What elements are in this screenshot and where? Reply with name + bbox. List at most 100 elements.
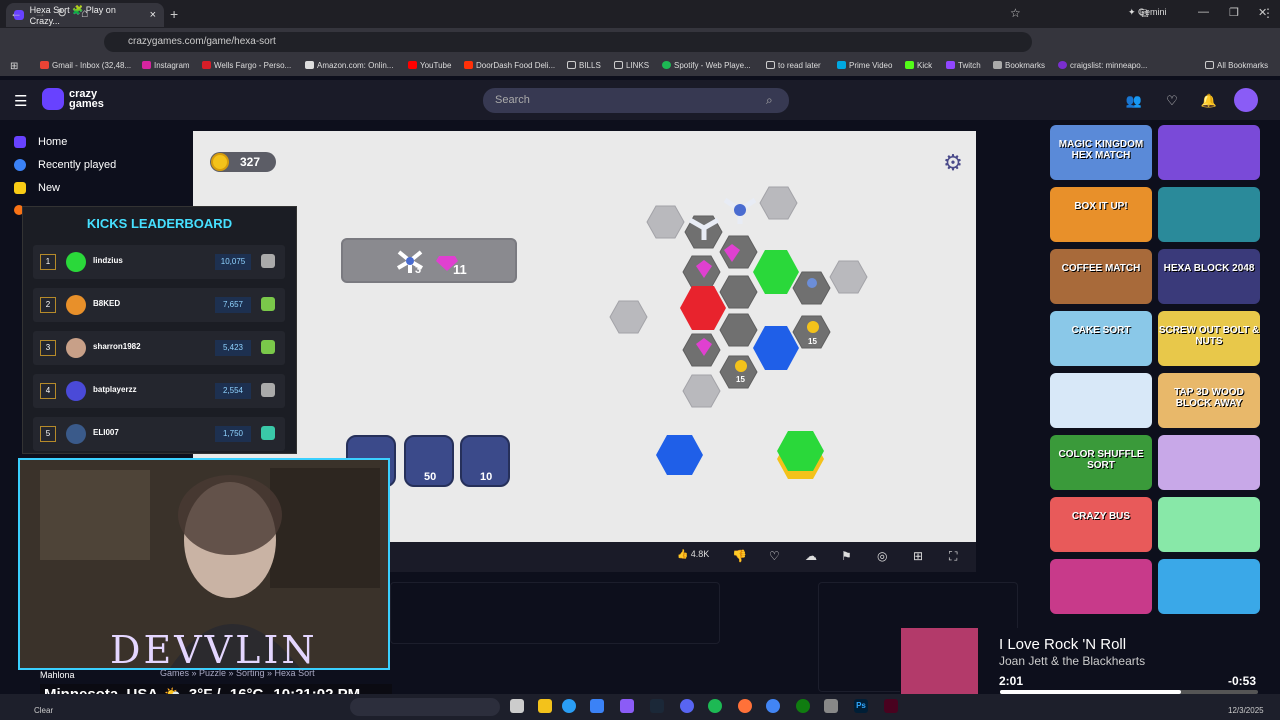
game-thumbnail[interactable] (1158, 497, 1260, 552)
game-thumbnail[interactable] (1050, 373, 1152, 428)
close-tab-icon[interactable]: × (150, 9, 156, 21)
game-thumbnail[interactable] (1050, 559, 1152, 614)
crazygames-logo[interactable]: crazy games (42, 88, 104, 110)
sparkle-icon (14, 182, 26, 194)
hex-cell (719, 275, 758, 309)
bookmark-twitch[interactable]: Twitch (946, 61, 981, 70)
hex-cell (646, 205, 685, 239)
game-thumbnail[interactable] (1158, 125, 1260, 180)
report-flag-icon[interactable]: ⚑ (841, 549, 852, 563)
sidebar-item-recently-played[interactable]: Recently played (14, 159, 116, 171)
bookmark-youtube[interactable]: YouTube (408, 61, 451, 70)
game-thumbnail[interactable]: SCREW OUT BOLT & NUTS (1158, 311, 1260, 366)
extensions-icon[interactable]: ⧉ (1140, 6, 1149, 21)
level-goal-panel: 3 11 (341, 238, 517, 283)
menu-dots-icon[interactable]: ⋮ (1262, 6, 1274, 20)
store-icon[interactable] (590, 699, 604, 713)
goal-count-gem: 11 (453, 262, 467, 277)
windmill-hub-icon (807, 278, 817, 288)
bookmark-star-icon[interactable]: ☆ (1010, 6, 1021, 20)
address-bar[interactable]: crazygames.com/game/hexa-sort (104, 32, 1032, 52)
player-badge-icon (261, 383, 275, 397)
bookmark-folder-bills[interactable]: BILLS (567, 61, 601, 70)
game-thumbnail[interactable] (1158, 435, 1260, 490)
fullscreen-icon[interactable]: ⛶ (949, 549, 957, 564)
player-badge-icon (261, 254, 275, 268)
bookmark-kick[interactable]: Kick (905, 61, 932, 70)
dislike-icon[interactable]: 👎 (732, 549, 747, 563)
settings-gear-icon[interactable]: ⚙ (940, 150, 966, 176)
theater-mode-icon[interactable]: ◎ (877, 549, 887, 563)
bookmarks-bar: ⊞ Gmail - Inbox (32,48... Instagram Well… (0, 56, 1280, 76)
reload-icon[interactable]: ↻ (57, 6, 67, 20)
bookmark-craigslist[interactable]: craigslist: minneapo... (1058, 61, 1147, 70)
sidebar-item-home[interactable]: Home (14, 136, 67, 148)
bookmark-gmail[interactable]: Gmail - Inbox (32,48... (40, 61, 131, 70)
embed-grid-icon[interactable]: ⊞ (913, 549, 923, 563)
upload-cloud-icon[interactable]: ☁ (805, 549, 817, 563)
hex-piece-tray[interactable] (650, 426, 850, 482)
game-thumbnail[interactable] (1158, 559, 1260, 614)
powerup-shuffle-button[interactable]: 10 (460, 435, 510, 487)
maximize-icon[interactable]: ❐ (1229, 6, 1239, 19)
like-button[interactable]: 👍 4.8K (677, 549, 709, 560)
sidebar-item-new[interactable]: New (14, 182, 60, 194)
game-thumbnail[interactable]: CRAZY BUS (1050, 497, 1152, 552)
bookmark-instagram[interactable]: Instagram (142, 61, 190, 70)
game-thumbnail[interactable]: COFFEE MATCH (1050, 249, 1152, 304)
game-thumbnail[interactable] (1158, 187, 1260, 242)
sidebar-label: Home (38, 136, 68, 148)
favorite-heart-icon[interactable]: ♡ (769, 549, 780, 563)
hamburger-menu-icon[interactable]: ☰ (14, 92, 27, 110)
logo-mark-icon (42, 88, 64, 110)
home-icon[interactable]: ⌂ (81, 6, 88, 20)
logo-text-bottom: games (69, 98, 104, 110)
back-icon[interactable]: ← (10, 6, 22, 20)
game-thumbnail[interactable]: BOX IT UP! (1050, 187, 1152, 242)
hex-board[interactable]: 15 15 (600, 180, 890, 420)
apps-grid-icon[interactable]: ⊞ (10, 61, 18, 72)
bookmark-prime-video[interactable]: Prime Video (837, 61, 892, 70)
favorites-heart-icon[interactable]: ♡ (1163, 93, 1181, 111)
game-thumbnail[interactable]: MAGIC KINGDOM HEX MATCH (1050, 125, 1152, 180)
steam-icon[interactable] (650, 699, 664, 713)
bookmark-doordash[interactable]: DoorDash Food Deli... (464, 61, 555, 70)
search-icon[interactable]: ⌕ (766, 93, 773, 108)
bookmark-amazon[interactable]: Amazon.com: Onlin... (305, 61, 393, 70)
file-explorer-icon[interactable] (538, 699, 552, 713)
user-avatar[interactable] (1234, 88, 1258, 112)
chrome-icon[interactable] (766, 699, 780, 713)
new-tab-button[interactable]: + (170, 6, 178, 22)
edge-icon[interactable] (562, 699, 576, 713)
bookmark-spotify[interactable]: Spotify - Web Playe... (662, 61, 751, 70)
hex-cell (682, 374, 721, 408)
blue-hex-stack (753, 326, 799, 370)
app-icon[interactable] (620, 699, 634, 713)
game-thumbnail[interactable]: COLOR SHUFFLE SORT (1050, 435, 1152, 490)
search-input[interactable]: Search (483, 88, 789, 113)
game-thumbnail[interactable]: CAKE SORT (1050, 311, 1152, 366)
forward-icon[interactable]: → (34, 6, 46, 20)
game-thumbnail[interactable]: TAP 3D WOOD BLOCK AWAY (1158, 373, 1260, 428)
game-thumbnail[interactable]: HEXA BLOCK 2048 (1158, 249, 1260, 304)
app-icon[interactable] (824, 699, 838, 713)
bookmark-folder-links[interactable]: LINKS (614, 61, 649, 70)
minimize-icon[interactable]: — (1198, 6, 1209, 18)
powerup-hand-button[interactable]: 50 (404, 435, 454, 487)
friends-icon[interactable]: 👥 (1125, 93, 1143, 111)
photoshop-icon[interactable]: Ps (854, 699, 868, 713)
spotify-icon[interactable] (708, 699, 722, 713)
hex-cell (792, 271, 831, 305)
bookmark-folder-read-later[interactable]: to read later (766, 61, 821, 70)
bookmark-bookmarks[interactable]: Bookmarks (993, 61, 1045, 70)
bookmark-all-bookmarks[interactable]: All Bookmarks (1205, 61, 1268, 70)
bookmark-wells-fargo[interactable]: Wells Fargo - Perso... (202, 61, 291, 70)
discord-icon[interactable] (680, 699, 694, 713)
firefox-icon[interactable] (738, 699, 752, 713)
taskbar-search[interactable] (350, 698, 500, 716)
task-view-icon[interactable] (510, 699, 524, 713)
windows-taskbar (0, 694, 1280, 720)
xbox-icon[interactable] (796, 699, 810, 713)
indesign-icon[interactable] (884, 699, 898, 713)
notifications-bell-icon[interactable]: 🔔 (1200, 93, 1218, 111)
